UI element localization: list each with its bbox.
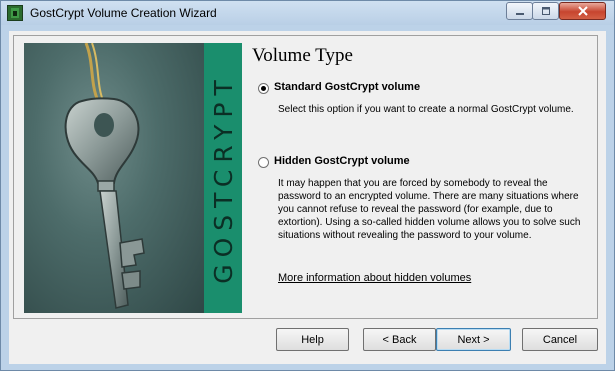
next-button[interactable]: Next > (436, 328, 511, 351)
brand-stripe: GOSTCRYPT (204, 43, 242, 313)
wizard-window: GostCrypt Volume Creation Wizard GOSTCRY… (0, 0, 615, 371)
wizard-body: GOSTCRYPT Volume Type Standard GostCrypt… (9, 31, 606, 364)
hidden-volume-radio[interactable] (258, 157, 269, 168)
help-button[interactable]: Help (276, 328, 349, 351)
standard-volume-description: Select this option if you want to create… (278, 104, 574, 115)
maximize-icon (541, 7, 550, 15)
more-info-link[interactable]: More information about hidden volumes (278, 272, 471, 284)
content-panel: GOSTCRYPT Volume Type Standard GostCrypt… (13, 35, 598, 319)
minimize-icon (515, 13, 524, 15)
close-icon (577, 6, 588, 16)
key-image (24, 43, 204, 313)
cancel-button[interactable]: Cancel (522, 328, 598, 351)
minimize-button[interactable] (506, 2, 533, 20)
title-bar[interactable]: GostCrypt Volume Creation Wizard (1, 1, 614, 25)
close-button[interactable] (559, 2, 606, 20)
maximize-button[interactable] (532, 2, 559, 20)
standard-volume-radio[interactable] (258, 83, 269, 94)
app-icon (7, 5, 23, 21)
window-title: GostCrypt Volume Creation Wizard (30, 6, 217, 20)
back-button[interactable]: < Back (363, 328, 436, 351)
hidden-volume-description: It may happen that you are forced by som… (278, 178, 581, 241)
hidden-volume-label[interactable]: Hidden GostCrypt volume (274, 155, 410, 167)
page-title: Volume Type (252, 45, 353, 66)
brand-vertical-text: GOSTCRYPT (208, 72, 238, 284)
standard-volume-label[interactable]: Standard GostCrypt volume (274, 81, 420, 93)
